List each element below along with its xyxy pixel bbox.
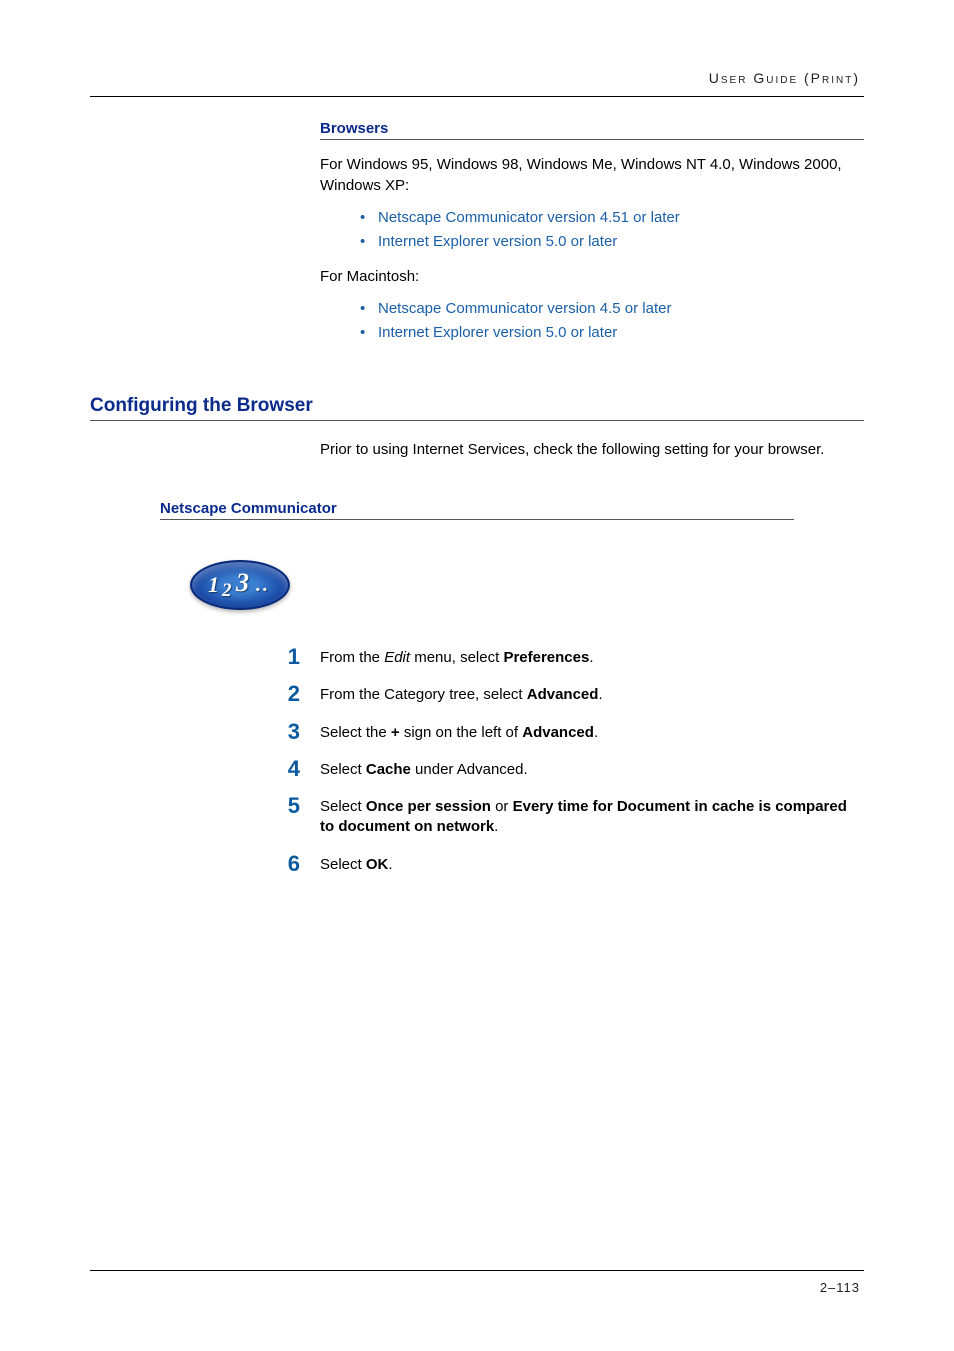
document-page: User Guide (Print) Browsers For Windows … <box>0 0 954 1351</box>
list-item: Internet Explorer version 5.0 or later <box>360 321 864 345</box>
step: 5 Select Once per session or Every time … <box>280 794 864 838</box>
step-text: Select Once per session or Every time fo… <box>320 794 864 838</box>
list-item: Netscape Communicator version 4.5 or lat… <box>360 297 864 321</box>
step: 4 Select Cache under Advanced. <box>280 757 864 780</box>
browsers-section: Browsers For Windows 95, Windows 98, Win… <box>320 120 864 345</box>
list-item: Netscape Communicator version 4.51 or la… <box>360 206 864 230</box>
footer-rule <box>90 1270 864 1271</box>
browsers-windows-list: Netscape Communicator version 4.51 or la… <box>360 206 864 254</box>
browsers-mac-list: Netscape Communicator version 4.5 or lat… <box>360 297 864 345</box>
configuring-section: Configuring the Browser Prior to using I… <box>90 395 864 460</box>
step: 2 From the Category tree, select Advance… <box>280 682 864 705</box>
netscape-steps: 1 From the Edit menu, select Preferences… <box>280 645 864 875</box>
step: 3 Select the + sign on the left of Advan… <box>280 720 864 743</box>
step-text: Select Cache under Advanced. <box>320 757 864 780</box>
step-number: 3 <box>280 720 320 743</box>
step: 6 Select OK. <box>280 852 864 875</box>
icon-digit: 2 <box>222 580 232 602</box>
header-rule <box>90 96 864 97</box>
icon-digit: 1 <box>208 572 219 598</box>
step-number: 5 <box>280 794 320 817</box>
step: 1 From the Edit menu, select Preferences… <box>280 645 864 668</box>
list-item: Internet Explorer version 5.0 or later <box>360 230 864 254</box>
running-header: User Guide (Print) <box>709 70 860 86</box>
step-number: 1 <box>280 645 320 668</box>
step-number: 2 <box>280 682 320 705</box>
step-text: Select OK. <box>320 852 864 875</box>
icon-digit: 3 <box>236 568 249 598</box>
page-content: Browsers For Windows 95, Windows 98, Win… <box>90 120 864 889</box>
step-text: Select the + sign on the left of Advance… <box>320 720 864 743</box>
netscape-heading: Netscape Communicator <box>160 500 794 520</box>
step-text: From the Category tree, select Advanced. <box>320 682 864 705</box>
configuring-intro: Prior to using Internet Services, check … <box>320 439 864 460</box>
steps-lozenge-icon: 1 2 3 .. <box>190 560 864 615</box>
browsers-windows-intro: For Windows 95, Windows 98, Windows Me, … <box>320 154 864 196</box>
page-number: 2–113 <box>820 1280 860 1295</box>
configuring-heading: Configuring the Browser <box>90 395 864 421</box>
step-number: 6 <box>280 852 320 875</box>
numbered-steps-icon: 1 2 3 .. <box>190 560 290 610</box>
icon-ellipsis: .. <box>256 574 270 597</box>
browsers-heading: Browsers <box>320 120 864 140</box>
step-number: 4 <box>280 757 320 780</box>
step-text: From the Edit menu, select Preferences. <box>320 645 864 668</box>
netscape-section: Netscape Communicator <box>160 500 864 520</box>
browsers-mac-intro: For Macintosh: <box>320 266 864 287</box>
